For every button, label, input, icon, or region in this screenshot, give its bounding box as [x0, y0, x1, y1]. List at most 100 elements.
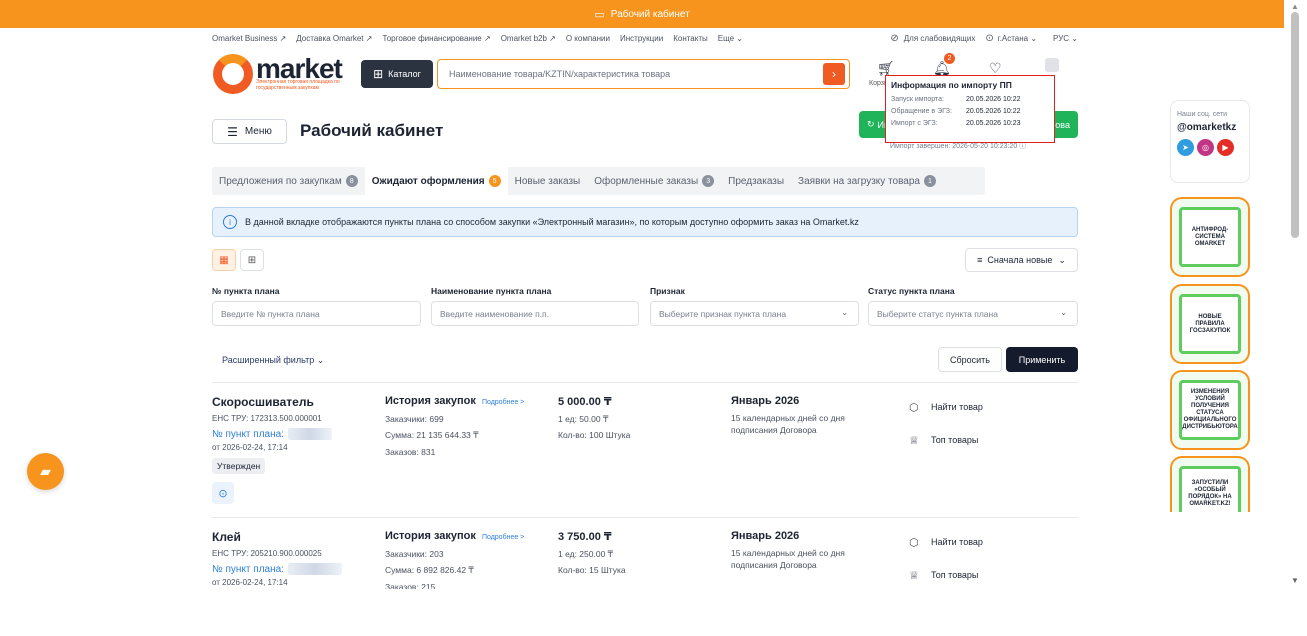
item-date: от 2026-02-24, 17:14 [212, 443, 288, 452]
scrollbar[interactable]: ▲ ▼ [1284, 0, 1307, 636]
chevron-down-icon: ⌄ [1060, 308, 1067, 317]
plan-name-input[interactable]: Введите наименование п.п. [431, 301, 639, 326]
trophy-icon: ♕ [909, 569, 919, 582]
refresh-icon: ↻ [867, 119, 875, 129]
plan-number-input[interactable]: Введите № пункта плана [212, 301, 421, 326]
filter-label-status: Статус пункта плана [868, 286, 955, 296]
box-search-icon: ⬡ [909, 401, 919, 414]
popup-row: Импорт с ЭГЗ: 20.05.2026 10:23 [891, 120, 1049, 127]
promo-banner-antifraud[interactable]: АНТИФРОД-СИСТЕМА OMARKET [1170, 197, 1250, 277]
popup-value: 20.05.2026 10:22 [966, 108, 1021, 115]
page-title: Рабочий кабинет [300, 121, 444, 140]
link-instructions[interactable]: Инструкции [620, 34, 663, 43]
status-badge: Утвержден [212, 458, 266, 474]
location-pin-icon: ⊙ [985, 32, 994, 44]
plan-number-link[interactable]: № пункт плана: [212, 428, 382, 440]
instagram-icon[interactable]: ◎ [1197, 139, 1214, 156]
promo-banner-distributor[interactable]: ИЗМЕНЕНИЯ УСЛОВИЙ ПОЛУЧЕНИЯ СТАТУСА ОФИЦ… [1170, 370, 1250, 450]
language-selector[interactable]: РУС ⌄ [1053, 34, 1078, 43]
catalog-label: Каталог [388, 69, 421, 79]
link-trade-finance[interactable]: Торговое финансирование ↗ [382, 34, 490, 43]
plan-number-link[interactable]: № пункт плана: [212, 563, 382, 575]
popup-value: 20.05.2026 10:23 [966, 120, 1021, 127]
tab-badge: 5 [488, 175, 501, 187]
plan-number-label: № пункт плана: [212, 563, 284, 575]
import-info-popup: Информация по импорту ПП Запуск импорта:… [885, 75, 1055, 143]
promo-text: ИЗМЕНЕНИЯ УСЛОВИЙ ПОЛУЧЕНИЯ СТАТУСА ОФИЦ… [1179, 380, 1241, 440]
status-select[interactable]: Выберите статус пункта плана ⌄ [868, 301, 1078, 326]
scroll-up-icon[interactable]: ▲ [1291, 2, 1299, 11]
table-view-toggle[interactable]: ⊞ [240, 249, 264, 271]
grid-view-toggle[interactable]: ▦ [212, 249, 236, 271]
history-sum: Сумма: 21 135 644.33 ₸ [385, 430, 479, 440]
top-products-label: Топ товары [931, 435, 979, 445]
sort-label: Сначала новые [987, 255, 1053, 265]
reset-button[interactable]: Сбросить [938, 347, 1002, 372]
search-input[interactable]: Наименование товара/KZTIN/характеристика… [437, 59, 850, 89]
link-about[interactable]: О компании [566, 34, 610, 43]
tab-label: Ожидают оформления [371, 175, 485, 187]
help-icon[interactable]: ⓘ [1019, 143, 1026, 150]
cabinet-icon: ▭ [594, 8, 605, 21]
more-link[interactable]: Подробнее > [482, 399, 524, 406]
tab-badge: 3 [702, 175, 715, 187]
city-selector[interactable]: г.Астана ⌄ [998, 34, 1037, 43]
table-view-icon: ⊞ [247, 254, 257, 266]
youtube-icon[interactable]: ▶ [1217, 139, 1234, 156]
top-products-button[interactable]: ♕ Топ товары [909, 567, 1079, 583]
link-omarket-business[interactable]: Omarket Business ↗ [212, 34, 286, 43]
tab-awaiting-registration[interactable]: Ожидают оформления 5 [364, 167, 508, 195]
tab-completed-orders[interactable]: Оформленные заказы 3 [587, 167, 721, 195]
tab-preorders[interactable]: Предзаказы [721, 167, 791, 195]
link-delivery[interactable]: Доставка Omarket ↗ [296, 34, 372, 43]
promo-banner-special-order[interactable]: ЗАПУСТИЛИ «ОСОБЫЙ ПОРЯДОК» НА OMARKET.KZ… [1170, 456, 1250, 512]
popup-key: Запуск импорта: [891, 96, 944, 103]
menu-button[interactable]: ☰ Меню [212, 119, 287, 144]
popup-value: 20.05.2026 10:22 [966, 96, 1021, 103]
item-date: от 2026-02-24, 17:14 [212, 578, 288, 587]
tab-upload-requests[interactable]: Заявки на загрузку товара 1 [791, 167, 943, 195]
tab-badge: 1 [924, 175, 936, 187]
plan-number-placeholder: Введите № пункта плана [221, 308, 320, 319]
find-product-button[interactable]: ⬡ Найти товар [909, 534, 1079, 550]
history-sum: Сумма: 6 892 826.42 ₸ [385, 565, 474, 575]
more-link[interactable]: Подробнее > [482, 534, 524, 541]
tab-new-orders[interactable]: Новые заказы [508, 167, 588, 195]
history-title: История закупок [385, 395, 476, 407]
list-item: Скоросшиватель ЕНС ТРУ: 172313.500.00000… [212, 395, 1078, 510]
search-go-button[interactable]: › [823, 63, 845, 85]
history-orders: Заказов: 831 [385, 447, 436, 457]
info-text: В данной вкладке отображаются пункты пла… [245, 217, 859, 227]
telegram-icon[interactable]: ➤ [1177, 139, 1194, 156]
promo-text: АНТИФРОД-СИСТЕМА OMARKET [1179, 207, 1241, 267]
top-banner[interactable]: ▭ Рабочий кабинет [0, 0, 1284, 28]
top-products-button[interactable]: ♕ Топ товары [909, 432, 1079, 448]
link-more[interactable]: Еще ⌄ [718, 34, 743, 43]
avatar[interactable] [1045, 58, 1059, 72]
sort-dropdown[interactable]: ≡ Сначала новые ⌄ [965, 248, 1078, 272]
chat-button[interactable]: ▰ [27, 453, 64, 490]
omarket-logo[interactable]: market Электронная торговая площадка по … [211, 53, 356, 95]
history-customers: Заказчики: 699 [385, 414, 444, 424]
info-icon: i [223, 215, 237, 229]
scroll-down-icon[interactable]: ▼ [1291, 576, 1299, 585]
divider [212, 517, 1078, 518]
delivery-month: Январь 2026 [731, 530, 800, 542]
chevron-down-icon: ⌄ [841, 308, 848, 317]
find-product-button[interactable]: ⬡ Найти товар [909, 399, 1079, 415]
accessibility-link[interactable]: Для слабовидящих [904, 34, 976, 43]
link-b2b[interactable]: Omarket b2b ↗ [501, 34, 556, 43]
promo-banner-new-rules[interactable]: НОВЫЕ ПРАВИЛА ГОСЗАКУПОК [1170, 284, 1250, 364]
delivery-month: Январь 2026 [731, 395, 800, 407]
tab-purchase-offers[interactable]: Предложения по закупкам 8 [212, 167, 365, 195]
apply-button[interactable]: Применить [1006, 347, 1078, 372]
catalog-button[interactable]: ⊞ Каталог [361, 60, 433, 88]
attribute-select[interactable]: Выберите признак пункта плана ⌄ [650, 301, 859, 326]
scrollbar-thumb[interactable] [1291, 12, 1299, 238]
grid-view-icon: ▦ [219, 254, 229, 266]
advanced-filter-toggle[interactable]: Расширенный фильтр ⌄ [222, 355, 324, 366]
link-contacts[interactable]: Контакты [673, 34, 708, 43]
plan-number-label: № пункт плана: [212, 428, 284, 440]
location-pin-icon[interactable]: ⊙ [212, 482, 234, 504]
list-item: Клей ЕНС ТРУ: 205210.900.000025 № пункт … [212, 530, 1078, 590]
